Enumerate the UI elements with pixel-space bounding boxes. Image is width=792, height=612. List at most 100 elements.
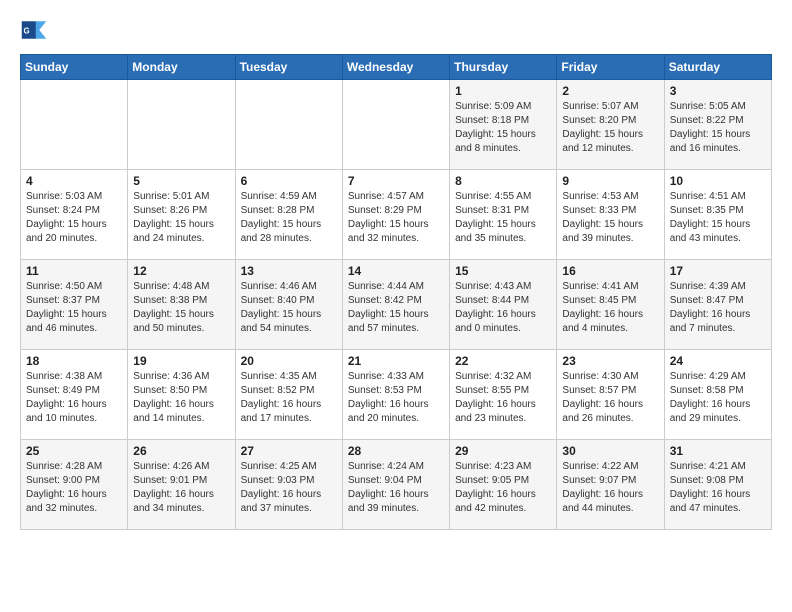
day-info: Sunrise: 4:30 AM Sunset: 8:57 PM Dayligh…	[562, 370, 658, 426]
calendar-week: 4 Sunrise: 5:03 AM Sunset: 8:24 PM Daylig…	[21, 170, 772, 260]
calendar-cell: 24 Sunrise: 4:29 AM Sunset: 8:58 PM Dayli…	[664, 350, 771, 440]
day-number: 10	[670, 174, 766, 188]
day-number: 28	[348, 444, 444, 458]
day-info: Sunrise: 4:46 AM Sunset: 8:40 PM Dayligh…	[241, 280, 337, 336]
day-info: Sunrise: 4:53 AM Sunset: 8:33 PM Dayligh…	[562, 190, 658, 246]
calendar-cell: 13 Sunrise: 4:46 AM Sunset: 8:40 PM Dayli…	[235, 260, 342, 350]
logo-icon: G	[20, 16, 48, 44]
day-number: 23	[562, 354, 658, 368]
calendar-cell: 20 Sunrise: 4:35 AM Sunset: 8:52 PM Dayli…	[235, 350, 342, 440]
calendar-cell: 18 Sunrise: 4:38 AM Sunset: 8:49 PM Dayli…	[21, 350, 128, 440]
day-number: 3	[670, 84, 766, 98]
weekday-header: Wednesday	[342, 55, 449, 80]
day-info: Sunrise: 4:38 AM Sunset: 8:49 PM Dayligh…	[26, 370, 122, 426]
day-number: 7	[348, 174, 444, 188]
day-number: 16	[562, 264, 658, 278]
day-info: Sunrise: 5:05 AM Sunset: 8:22 PM Dayligh…	[670, 100, 766, 156]
day-number: 14	[348, 264, 444, 278]
day-info: Sunrise: 5:09 AM Sunset: 8:18 PM Dayligh…	[455, 100, 551, 156]
day-info: Sunrise: 4:24 AM Sunset: 9:04 PM Dayligh…	[348, 460, 444, 516]
calendar-cell: 21Sunrise: 4:33 AM Sunset: 8:53 PM Dayli…	[342, 350, 449, 440]
day-info: Sunrise: 4:21 AM Sunset: 9:08 PM Dayligh…	[670, 460, 766, 516]
calendar-cell: 22Sunrise: 4:32 AM Sunset: 8:55 PM Dayli…	[450, 350, 557, 440]
calendar-cell: 12 Sunrise: 4:48 AM Sunset: 8:38 PM Dayli…	[128, 260, 235, 350]
day-info: Sunrise: 5:01 AM Sunset: 8:26 PM Dayligh…	[133, 190, 229, 246]
calendar-cell	[235, 80, 342, 170]
day-number: 27	[241, 444, 337, 458]
calendar-cell: 30Sunrise: 4:22 AM Sunset: 9:07 PM Dayli…	[557, 440, 664, 530]
day-number: 9	[562, 174, 658, 188]
calendar-cell: 16 Sunrise: 4:41 AM Sunset: 8:45 PM Dayli…	[557, 260, 664, 350]
logo: G	[20, 16, 50, 44]
calendar-week: 11 Sunrise: 4:50 AM Sunset: 8:37 PM Dayli…	[21, 260, 772, 350]
weekday-header: Thursday	[450, 55, 557, 80]
day-number: 26	[133, 444, 229, 458]
calendar-cell: 4 Sunrise: 5:03 AM Sunset: 8:24 PM Daylig…	[21, 170, 128, 260]
day-info: Sunrise: 4:41 AM Sunset: 8:45 PM Dayligh…	[562, 280, 658, 336]
day-info: Sunrise: 5:07 AM Sunset: 8:20 PM Dayligh…	[562, 100, 658, 156]
day-info: Sunrise: 4:50 AM Sunset: 8:37 PM Dayligh…	[26, 280, 122, 336]
day-info: Sunrise: 4:44 AM Sunset: 8:42 PM Dayligh…	[348, 280, 444, 336]
calendar-cell: 3 Sunrise: 5:05 AM Sunset: 8:22 PM Daylig…	[664, 80, 771, 170]
day-info: Sunrise: 4:39 AM Sunset: 8:47 PM Dayligh…	[670, 280, 766, 336]
day-number: 18	[26, 354, 122, 368]
day-info: Sunrise: 4:25 AM Sunset: 9:03 PM Dayligh…	[241, 460, 337, 516]
weekday-row: SundayMondayTuesdayWednesdayThursdayFrid…	[21, 55, 772, 80]
calendar-cell: 23 Sunrise: 4:30 AM Sunset: 8:57 PM Dayli…	[557, 350, 664, 440]
day-info: Sunrise: 4:59 AM Sunset: 8:28 PM Dayligh…	[241, 190, 337, 246]
calendar-cell: 9 Sunrise: 4:53 AM Sunset: 8:33 PM Daylig…	[557, 170, 664, 260]
day-number: 29	[455, 444, 551, 458]
day-info: Sunrise: 4:22 AM Sunset: 9:07 PM Dayligh…	[562, 460, 658, 516]
day-number: 5	[133, 174, 229, 188]
header: G	[20, 16, 772, 44]
day-number: 24	[670, 354, 766, 368]
day-number: 1	[455, 84, 551, 98]
day-info: Sunrise: 4:26 AM Sunset: 9:01 PM Dayligh…	[133, 460, 229, 516]
calendar-cell: 10 Sunrise: 4:51 AM Sunset: 8:35 PM Dayli…	[664, 170, 771, 260]
day-info: Sunrise: 4:23 AM Sunset: 9:05 PM Dayligh…	[455, 460, 551, 516]
weekday-header: Tuesday	[235, 55, 342, 80]
calendar-cell: 31 Sunrise: 4:21 AM Sunset: 9:08 PM Dayli…	[664, 440, 771, 530]
calendar-week: 1 Sunrise: 5:09 AM Sunset: 8:18 PM Daylig…	[21, 80, 772, 170]
svg-text:G: G	[24, 27, 30, 36]
calendar-cell: 1 Sunrise: 5:09 AM Sunset: 8:18 PM Daylig…	[450, 80, 557, 170]
day-number: 31	[670, 444, 766, 458]
calendar-cell: 8Sunrise: 4:55 AM Sunset: 8:31 PM Daylig…	[450, 170, 557, 260]
calendar-cell	[128, 80, 235, 170]
day-number: 15	[455, 264, 551, 278]
day-info: Sunrise: 4:35 AM Sunset: 8:52 PM Dayligh…	[241, 370, 337, 426]
day-info: Sunrise: 4:36 AM Sunset: 8:50 PM Dayligh…	[133, 370, 229, 426]
calendar-cell: 26 Sunrise: 4:26 AM Sunset: 9:01 PM Dayli…	[128, 440, 235, 530]
day-number: 4	[26, 174, 122, 188]
day-info: Sunrise: 4:29 AM Sunset: 8:58 PM Dayligh…	[670, 370, 766, 426]
day-number: 2	[562, 84, 658, 98]
calendar-cell: 14 Sunrise: 4:44 AM Sunset: 8:42 PM Dayli…	[342, 260, 449, 350]
day-number: 12	[133, 264, 229, 278]
day-number: 19	[133, 354, 229, 368]
calendar-cell: 28 Sunrise: 4:24 AM Sunset: 9:04 PM Dayli…	[342, 440, 449, 530]
day-info: Sunrise: 4:33 AM Sunset: 8:53 PM Dayligh…	[348, 370, 444, 426]
day-info: Sunrise: 4:32 AM Sunset: 8:55 PM Dayligh…	[455, 370, 551, 426]
day-number: 11	[26, 264, 122, 278]
calendar-cell: 27 Sunrise: 4:25 AM Sunset: 9:03 PM Dayli…	[235, 440, 342, 530]
calendar-cell: 25 Sunrise: 4:28 AM Sunset: 9:00 PM Dayli…	[21, 440, 128, 530]
calendar-cell: 2 Sunrise: 5:07 AM Sunset: 8:20 PM Daylig…	[557, 80, 664, 170]
calendar-cell: 19 Sunrise: 4:36 AM Sunset: 8:50 PM Dayli…	[128, 350, 235, 440]
calendar-cell: 11 Sunrise: 4:50 AM Sunset: 8:37 PM Dayli…	[21, 260, 128, 350]
day-number: 25	[26, 444, 122, 458]
calendar-cell: 29 Sunrise: 4:23 AM Sunset: 9:05 PM Dayli…	[450, 440, 557, 530]
day-number: 13	[241, 264, 337, 278]
weekday-header: Friday	[557, 55, 664, 80]
day-info: Sunrise: 4:48 AM Sunset: 8:38 PM Dayligh…	[133, 280, 229, 336]
day-info: Sunrise: 4:57 AM Sunset: 8:29 PM Dayligh…	[348, 190, 444, 246]
day-number: 20	[241, 354, 337, 368]
day-number: 17	[670, 264, 766, 278]
day-number: 6	[241, 174, 337, 188]
day-info: Sunrise: 4:51 AM Sunset: 8:35 PM Dayligh…	[670, 190, 766, 246]
day-info: Sunrise: 4:55 AM Sunset: 8:31 PM Dayligh…	[455, 190, 551, 246]
weekday-header: Monday	[128, 55, 235, 80]
day-info: Sunrise: 4:43 AM Sunset: 8:44 PM Dayligh…	[455, 280, 551, 336]
day-info: Sunrise: 5:03 AM Sunset: 8:24 PM Dayligh…	[26, 190, 122, 246]
calendar-cell	[342, 80, 449, 170]
day-info: Sunrise: 4:28 AM Sunset: 9:00 PM Dayligh…	[26, 460, 122, 516]
